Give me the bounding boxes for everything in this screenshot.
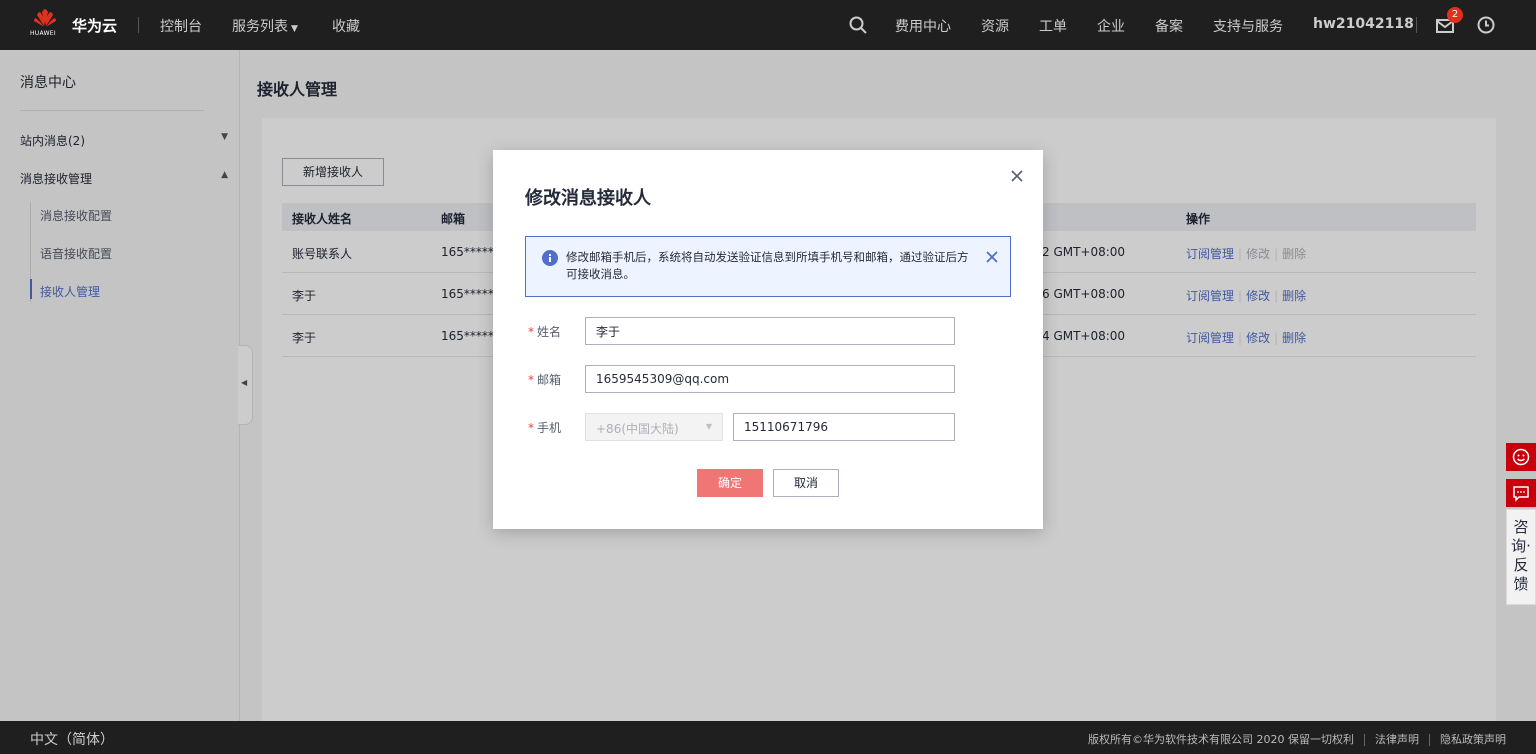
info-icon [542,250,558,266]
cancel-button[interactable]: 取消 [773,469,839,497]
nav-icp[interactable]: 备案 [1155,16,1183,36]
copyright-text: 版权所有©华为软件技术有限公司 2020 保留一切权利 [1088,733,1354,746]
nav-console[interactable]: 控制台 [160,16,202,36]
top-navbar: HUAWEI 华为云 控制台 服务列表 ▼ 收藏 费用中心 资源 工单 企业 备案… [0,0,1536,50]
name-label-text: 姓名 [537,325,562,339]
nav-service-list-label: 服务列表 [232,19,288,35]
divider [1416,17,1417,33]
phone-label-text: 手机 [537,421,562,435]
nav-enterprise[interactable]: 企业 [1097,16,1125,36]
divider [138,17,139,33]
email-input[interactable] [585,365,955,393]
required-mark: * [528,325,534,339]
consult-feedback-tab[interactable]: 咨询·反馈 [1506,509,1536,605]
smiley-icon [1512,448,1530,466]
email-label: * 邮箱 [528,371,561,388]
legal-link[interactable]: 法律声明 [1375,733,1419,746]
nav-resources[interactable]: 资源 [981,16,1009,36]
nav-service-list[interactable]: 服务列表 ▼ [232,16,298,36]
required-mark: * [528,373,534,387]
confirm-button[interactable]: 确定 [697,469,763,497]
close-icon[interactable] [1007,166,1027,186]
phone-region-select: +86(中国大陆) ▼ [585,413,723,441]
divider [1429,734,1430,746]
edit-recipient-dialog: 修改消息接收人 修改邮箱手机后，系统将自动发送验证信息到所填手机号和邮箱，通过验… [493,150,1043,529]
chat-icon [1513,486,1529,502]
search-icon[interactable] [847,14,869,36]
footer-links: 版权所有©华为软件技术有限公司 2020 保留一切权利 法律声明 隐私政策声明 [1088,731,1506,747]
language-switcher[interactable]: 中文（简体） [30,729,114,749]
chat-button[interactable] [1506,479,1536,507]
nav-billing[interactable]: 费用中心 [895,16,951,36]
close-icon[interactable] [984,249,1000,265]
alert-message: 修改邮箱手机后，系统将自动发送验证信息到所填手机号和邮箱，通过验证后方可接收消息… [566,250,969,281]
nav-tickets[interactable]: 工单 [1039,16,1067,36]
divider [1364,734,1365,746]
brand-name[interactable]: 华为云 [72,15,117,36]
caret-down-icon: ▼ [291,24,298,34]
message-count-badge: 2 [1447,7,1463,23]
clock-icon[interactable] [1475,14,1497,36]
chevron-down-icon: ▼ [705,422,712,431]
name-input[interactable] [585,317,955,345]
email-label-text: 邮箱 [537,373,562,387]
phone-region-value: +86(中国大陆) [596,422,679,436]
huawei-flower-icon [34,9,56,27]
huawei-logo[interactable]: HUAWEI [30,9,60,41]
phone-input[interactable] [733,413,955,441]
nav-favorites[interactable]: 收藏 [332,16,360,36]
smiley-feedback-button[interactable] [1506,443,1536,471]
logo-text: HUAWEI [30,30,56,37]
name-label: * 姓名 [528,323,561,340]
info-alert: 修改邮箱手机后，系统将自动发送验证信息到所填手机号和邮箱，通过验证后方可接收消息… [525,236,1011,297]
dialog-title: 修改消息接收人 [525,188,651,209]
privacy-link[interactable]: 隐私政策声明 [1440,733,1506,746]
username[interactable]: hw21042118 [1313,16,1414,32]
required-mark: * [528,421,534,435]
phone-label: * 手机 [528,419,561,436]
nav-support[interactable]: 支持与服务 [1213,16,1283,36]
footer: 中文（简体） 版权所有©华为软件技术有限公司 2020 保留一切权利 法律声明 隐私… [0,721,1536,754]
